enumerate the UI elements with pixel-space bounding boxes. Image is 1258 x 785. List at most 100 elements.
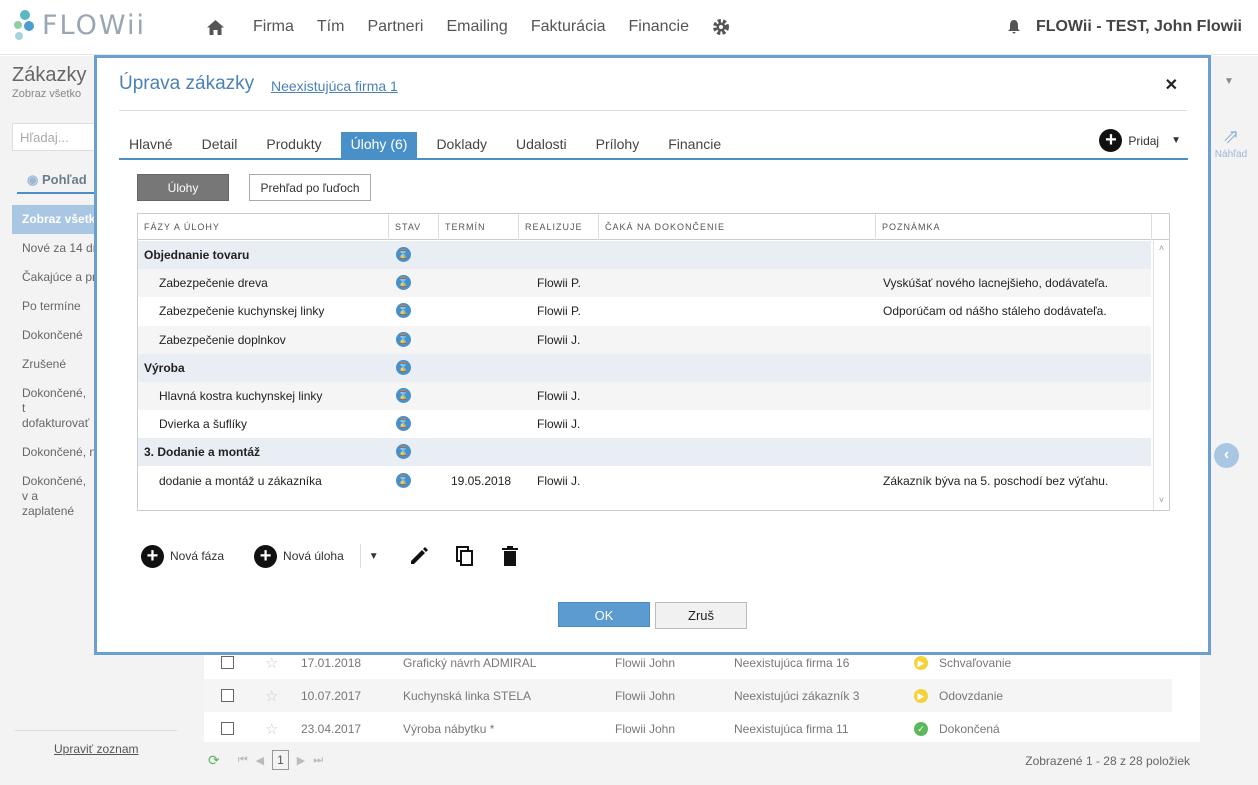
tab-attachments[interactable]: Prílohy — [586, 132, 650, 158]
logo[interactable]: FLOWii — [12, 9, 146, 41]
row-name: Zabezpečenie doplnkov — [159, 333, 286, 347]
chevron-down-icon[interactable]: ▼ — [1224, 76, 1234, 87]
sidebar-item-done-invoice[interactable]: Dokončené, t dofakturovať — [12, 379, 92, 438]
row-note: Vyskúšať nového lacnejšieho, dodávateľa. — [883, 276, 1109, 290]
row-status: Dokončená — [939, 721, 1000, 736]
items-count: Zobrazené 1 - 28 z 28 položiek — [1025, 754, 1190, 768]
play-status-icon: ▶ — [914, 688, 928, 703]
row-checkbox[interactable] — [221, 656, 234, 669]
add-button[interactable]: + Pridaj ▼ — [1099, 129, 1181, 152]
edit-list-link[interactable]: Upraviť zoznam — [54, 742, 139, 756]
close-icon[interactable]: ✕ — [1165, 75, 1178, 95]
tab-tasks[interactable]: Úlohy (6) — [340, 132, 418, 158]
nav-financie[interactable]: Financie — [629, 18, 689, 36]
task-row[interactable]: dodanie a montáž u zákazníka ⌛ 19.05.201… — [138, 467, 1151, 495]
row-client: Neexistujúca firma 16 — [734, 655, 850, 670]
phase-row[interactable]: Výroba ⌛ — [138, 354, 1151, 382]
row-name: Kuchynská linka STELA — [403, 688, 532, 703]
settings-gear-icon[interactable] — [712, 18, 730, 36]
row-checkbox[interactable] — [221, 689, 234, 702]
edit-pencil-icon[interactable] — [409, 546, 429, 566]
grid-scrollbar[interactable]: ˄ ˅ — [1153, 241, 1169, 510]
col-waiting[interactable]: ČAKÁ NA DOKONČENIE — [599, 214, 876, 240]
nav-partneri[interactable]: Partneri — [367, 18, 423, 36]
next-page-icon[interactable]: ▶ — [297, 754, 305, 767]
chevron-down-icon[interactable]: ▼ — [1171, 135, 1181, 146]
task-row[interactable]: Hlavná kostra kuchynskej linky ⌛ Flowii … — [138, 382, 1151, 410]
home-icon[interactable] — [207, 19, 224, 35]
refresh-icon[interactable]: ⟳ — [208, 752, 220, 769]
row-name: Hlavná kostra kuchynskej linky — [159, 389, 323, 403]
row-name: 3. Dodanie a montáž — [144, 445, 261, 459]
task-row[interactable]: Zabezpečenie doplnkov ⌛ Flowii J. — [138, 326, 1151, 354]
dialog-title: Úprava zákazky — [119, 73, 255, 94]
row-owner: Flowii John — [615, 721, 676, 736]
task-row[interactable]: Zabezpečenie dreva ⌛ Flowii P. Vyskúšať … — [138, 269, 1151, 297]
new-task-button[interactable]: + Nová úloha — [254, 544, 344, 568]
ok-button[interactable]: OK — [558, 602, 650, 627]
bell-icon[interactable] — [1007, 20, 1020, 34]
last-page-icon[interactable]: ⏭ — [313, 754, 323, 767]
cancel-button[interactable]: Zruš — [655, 602, 747, 629]
company-link[interactable]: Neexistujúca firma 1 — [271, 78, 398, 94]
col-note[interactable]: POZNÁMKA — [876, 214, 1152, 240]
table-row[interactable]: ☆ 10.07.2017 Kuchynská linka STELA Flowi… — [204, 679, 1172, 712]
nav-firma[interactable]: Firma — [253, 18, 294, 36]
user-menu[interactable]: FLOWii - TEST, John Flowii — [1007, 18, 1242, 36]
row-name: Výroba — [144, 361, 185, 375]
star-icon[interactable]: ☆ — [265, 720, 278, 738]
row-checkbox[interactable] — [221, 722, 234, 735]
row-owner: Flowii P. — [537, 304, 581, 318]
task-row[interactable]: Dvierka a šuflíky ⌛ Flowii J. — [138, 410, 1151, 438]
row-name: dodanie a montáž u zákazníka — [159, 474, 322, 488]
task-row[interactable]: Zabezpečenie kuchynskej linky ⌛ Flowii P… — [138, 297, 1151, 325]
row-owner: Flowii J. — [537, 417, 581, 431]
table-row[interactable]: ☆ 23.04.2017 Výroba nábytku * Flowii Joh… — [204, 712, 1172, 745]
tab-events[interactable]: Udalosti — [506, 132, 577, 158]
star-icon[interactable]: ☆ — [265, 687, 278, 705]
chevron-down-icon[interactable]: ▼ — [369, 551, 379, 562]
segment-people[interactable]: Prehľad po ľuďoch — [249, 174, 371, 201]
nav-emailing[interactable]: Emailing — [446, 18, 507, 36]
phase-row[interactable]: 3. Dodanie a montáž ⌛ — [138, 438, 1151, 466]
col-assignee[interactable]: REALIZUJE — [519, 214, 599, 240]
scroll-down-icon[interactable]: ˅ — [1154, 495, 1169, 505]
tab-documents[interactable]: Doklady — [426, 132, 497, 158]
collapse-chevron-icon[interactable]: ‹ — [1214, 443, 1239, 468]
preview-button[interactable]: ⇗ Náhľad — [1211, 124, 1251, 160]
tab-finance[interactable]: Financie — [658, 132, 731, 158]
user-name[interactable]: FLOWii - TEST, John Flowii — [1036, 18, 1242, 36]
tab-main[interactable]: Hlavné — [119, 132, 183, 158]
hourglass-icon: ⌛ — [396, 303, 411, 318]
segment-tasks[interactable]: Úlohy — [137, 174, 229, 201]
nav-tim[interactable]: Tím — [317, 18, 345, 36]
logo-text: FLOWii — [42, 9, 146, 41]
hourglass-icon: ⌛ — [396, 444, 411, 459]
scroll-up-icon[interactable]: ˄ — [1154, 243, 1169, 253]
phase-row[interactable]: Objednanie tovaru ⌛ — [138, 241, 1151, 269]
first-page-icon[interactable]: ⏮ — [238, 754, 248, 767]
col-status[interactable]: STAV — [389, 214, 439, 240]
hourglass-icon: ⌛ — [396, 275, 411, 290]
col-deadline[interactable]: TERMÍN — [439, 214, 519, 240]
tab-detail[interactable]: Detail — [192, 132, 248, 158]
star-icon[interactable]: ☆ — [265, 654, 278, 672]
row-name: Grafický návrh ADMIRAL — [403, 655, 537, 670]
prev-page-icon[interactable]: ◀ — [256, 754, 264, 767]
sidebar-item-done-paid[interactable]: Dokončené, v a zaplatené — [12, 467, 92, 526]
trash-icon[interactable] — [501, 546, 519, 566]
col-phases[interactable]: FÁZY A ÚLOHY — [138, 214, 389, 240]
current-page[interactable]: 1 — [272, 750, 289, 770]
copy-icon[interactable] — [455, 546, 475, 566]
main-nav: Firma Tím Partneri Emailing Fakturácia F… — [207, 18, 730, 36]
row-date: 10.07.2017 — [301, 688, 362, 703]
tab-products[interactable]: Produkty — [256, 132, 331, 158]
row-owner: Flowii J. — [537, 333, 581, 347]
task-toolbar: + Nová fáza + Nová úloha ▼ — [141, 543, 545, 569]
table-footer: ⟳ ⏮ ◀ 1 ▶ ⏭ Zobrazené 1 - 28 z 28 položi… — [192, 744, 1258, 778]
new-phase-button[interactable]: + Nová fáza — [141, 544, 224, 568]
nav-fakturacia[interactable]: Fakturácia — [531, 18, 606, 36]
dialog-tabs: Hlavné Detail Produkty Úlohy (6) Doklady… — [119, 132, 1188, 160]
preview-label: Náhľad — [1214, 149, 1248, 160]
sidebar-subtitle: Zobraz všetko — [12, 88, 82, 100]
